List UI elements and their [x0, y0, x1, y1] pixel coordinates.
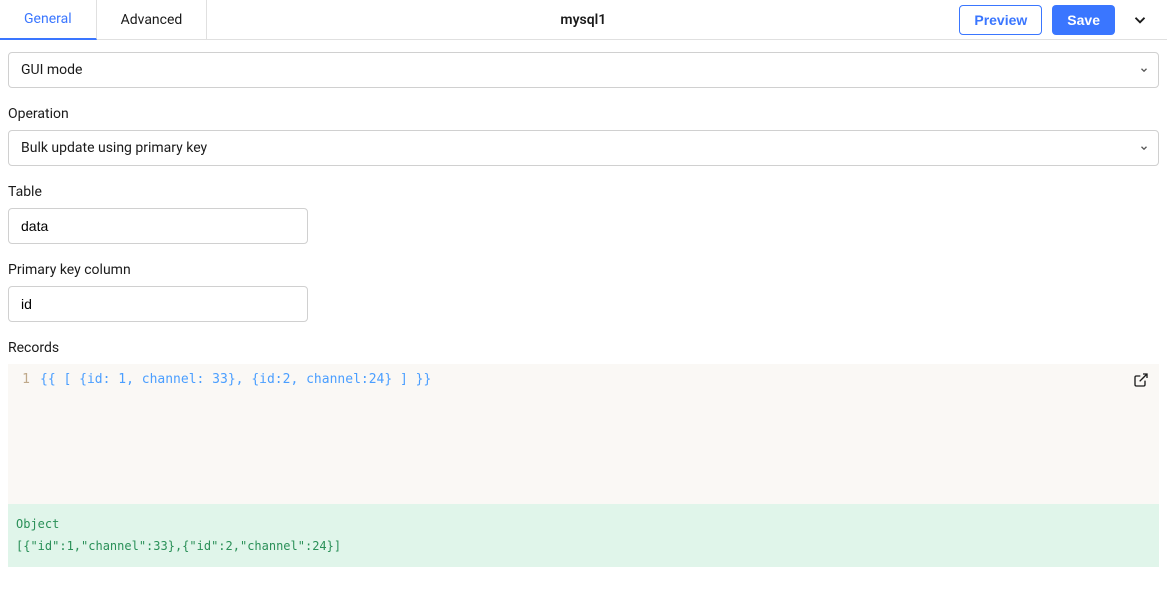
tab-advanced[interactable]: Advanced	[97, 0, 208, 39]
mode-select-value: GUI mode	[21, 62, 82, 78]
mode-select[interactable]: GUI mode	[8, 52, 1159, 88]
evaluation-result: Object [{"id":1,"channel":33},{"id":2,"c…	[8, 504, 1159, 567]
operation-select-value: Bulk update using primary key	[21, 140, 207, 156]
result-value: [{"id":1,"channel":33},{"id":2,"channel"…	[16, 536, 1151, 558]
table-label: Table	[8, 184, 1159, 200]
operation-label: Operation	[8, 106, 1159, 122]
records-code-editor[interactable]: 1 {{ [ {id: 1, channel: 33}, {id:2, chan…	[8, 364, 1159, 504]
primary-key-label: Primary key column	[8, 262, 1159, 278]
table-input[interactable]	[8, 208, 308, 244]
line-number: 1	[8, 372, 40, 387]
tabs: General Advanced	[0, 0, 207, 39]
save-button[interactable]: Save	[1052, 5, 1115, 35]
result-type-label: Object	[16, 514, 1151, 536]
expand-editor-button[interactable]	[1133, 372, 1149, 392]
records-label: Records	[8, 340, 1159, 356]
chevron-down-icon	[1131, 11, 1149, 29]
tab-general[interactable]: General	[0, 0, 97, 40]
panel-header: General Advanced mysql1 Preview Save	[0, 0, 1167, 40]
form-content: GUI mode Operation Bulk update using pri…	[0, 40, 1167, 567]
operation-select[interactable]: Bulk update using primary key	[8, 130, 1159, 166]
preview-button[interactable]: Preview	[959, 5, 1042, 35]
header-actions: Preview Save	[959, 5, 1155, 35]
code-content: {{ [ {id: 1, channel: 33}, {id:2, channe…	[40, 372, 431, 387]
panel-title: mysql1	[560, 12, 606, 28]
primary-key-input[interactable]	[8, 286, 308, 322]
external-link-icon	[1133, 372, 1149, 388]
collapse-toggle[interactable]	[1125, 7, 1155, 33]
